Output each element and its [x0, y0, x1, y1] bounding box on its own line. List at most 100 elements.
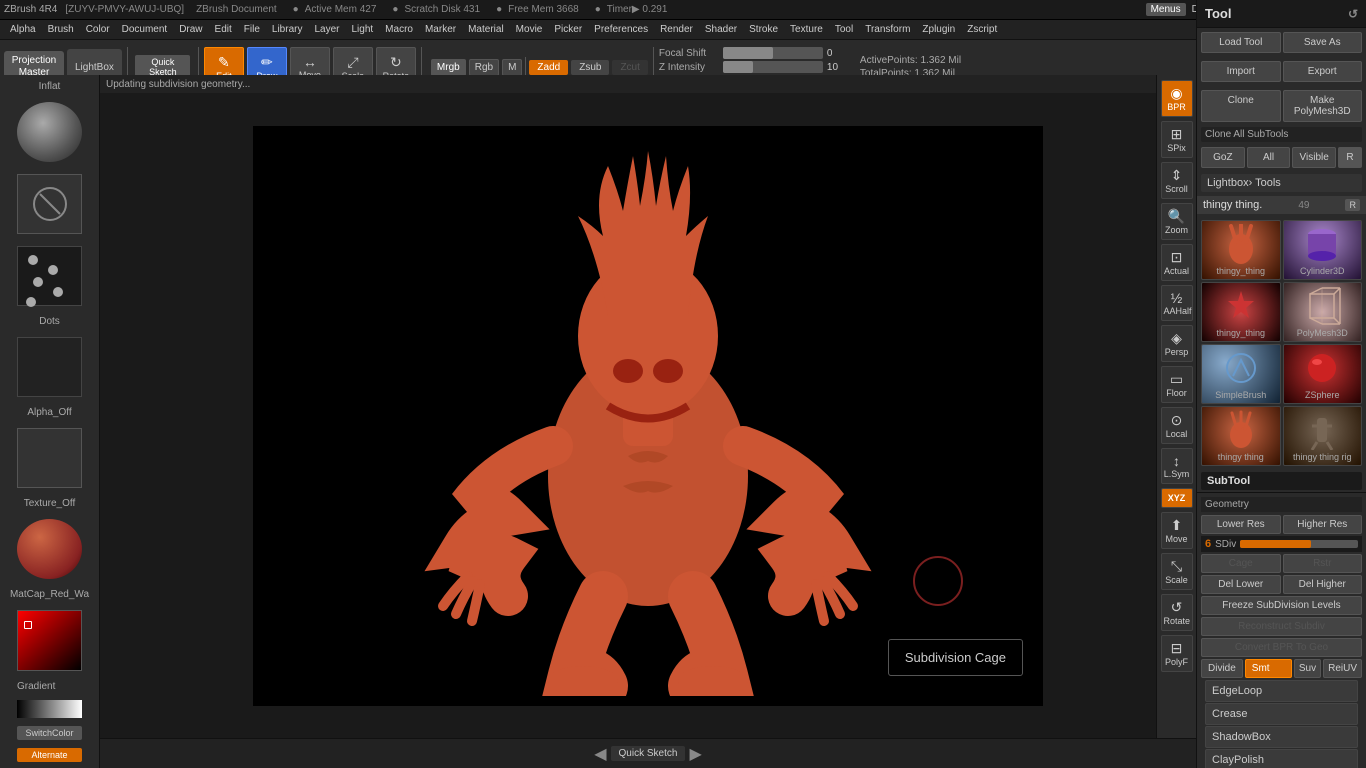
import-button[interactable]: Import	[1201, 61, 1281, 82]
m-button[interactable]: M	[502, 59, 522, 76]
menu-light[interactable]: Light	[345, 22, 379, 37]
gradient-preview[interactable]	[17, 700, 82, 718]
brush-preview-sphere[interactable]	[17, 102, 82, 162]
alpha-texture-preview[interactable]	[17, 337, 82, 397]
spix-button[interactable]: ⊞ SPix	[1161, 121, 1193, 158]
thingy-r-button[interactable]: R	[1345, 199, 1360, 211]
suv-button[interactable]: Suv	[1294, 659, 1321, 678]
local-button[interactable]: ⊙ Local	[1161, 407, 1193, 444]
dots-preview[interactable]	[17, 246, 82, 306]
z-intensity-slider[interactable]	[723, 61, 823, 73]
menu-render[interactable]: Render	[654, 22, 699, 37]
rstr-button[interactable]: Rstr	[1283, 554, 1363, 573]
sdiv-slider[interactable]	[1240, 540, 1358, 548]
menu-brush[interactable]: Brush	[42, 22, 80, 37]
bottom-arrow-right[interactable]: ▶	[689, 744, 701, 764]
crease-button[interactable]: Crease	[1205, 703, 1358, 725]
export-button[interactable]: Export	[1283, 61, 1363, 82]
scale-vtool-button[interactable]: ⤡ Scale	[1161, 553, 1193, 590]
visible-button[interactable]: Visible	[1292, 147, 1336, 168]
menu-zscript[interactable]: Zscript	[961, 22, 1003, 37]
goz-button[interactable]: GoZ	[1201, 147, 1245, 168]
subdivision-cage-popup[interactable]: Subdivision Cage	[888, 639, 1023, 676]
all-button[interactable]: All	[1247, 147, 1291, 168]
alternate-button[interactable]: Alternate	[17, 748, 82, 762]
load-tool-button[interactable]: Load Tool	[1201, 32, 1281, 53]
canvas-content[interactable]: Subdivision Cage	[100, 93, 1196, 738]
freeze-subdiv-button[interactable]: Freeze SubDivision Levels	[1201, 596, 1362, 615]
actual-button[interactable]: ⊡ Actual	[1161, 244, 1193, 281]
smt-button[interactable]: Smt	[1245, 659, 1292, 678]
menu-texture[interactable]: Texture	[784, 22, 829, 37]
menu-color[interactable]: Color	[80, 22, 116, 37]
menu-preferences[interactable]: Preferences	[588, 22, 654, 37]
model-viewport[interactable]: Subdivision Cage	[253, 126, 1043, 706]
tool-panel-refresh-icon[interactable]: ↺	[1348, 7, 1358, 21]
clone-button[interactable]: Clone	[1201, 90, 1281, 122]
shadowbox-button[interactable]: ShadowBox	[1205, 726, 1358, 748]
mrgb-button[interactable]: Mrgb	[431, 59, 466, 76]
menu-stroke[interactable]: Stroke	[743, 22, 784, 37]
menu-alpha[interactable]: Alpha	[4, 22, 42, 37]
claypolish-button[interactable]: ClayPolish	[1205, 749, 1358, 768]
color-picker[interactable]	[17, 610, 82, 670]
focal-shift-slider[interactable]	[723, 47, 823, 59]
divide-button[interactable]: Divide	[1201, 659, 1243, 678]
alpha-preview[interactable]	[17, 174, 82, 234]
menu-document[interactable]: Document	[116, 22, 174, 37]
r-button[interactable]: R	[1338, 147, 1362, 168]
zoom-button[interactable]: 🔍 Zoom	[1161, 203, 1193, 240]
edgeloop-button[interactable]: EdgeLoop	[1205, 680, 1358, 702]
menu-layer[interactable]: Layer	[308, 22, 345, 37]
menu-transform[interactable]: Transform	[859, 22, 916, 37]
quick-sketch-bottom-label[interactable]: Quick Sketch	[611, 746, 686, 761]
menu-macro[interactable]: Macro	[379, 22, 419, 37]
texture-preview[interactable]	[17, 428, 82, 488]
menus-button[interactable]: Menus	[1146, 3, 1186, 16]
thumb-thingyrig[interactable]: thingy thing rig	[1283, 406, 1363, 466]
menu-movie[interactable]: Movie	[510, 22, 549, 37]
rotate-vtool-button[interactable]: ↺ Rotate	[1161, 594, 1193, 631]
menu-draw[interactable]: Draw	[173, 22, 208, 37]
save-as-button[interactable]: Save As	[1283, 32, 1363, 53]
matcap-preview[interactable]	[17, 519, 82, 579]
lower-res-button[interactable]: Lower Res	[1201, 515, 1281, 534]
subtool-section-header[interactable]: SubTool	[1201, 472, 1362, 490]
thumb-thingy-thing[interactable]: thingy_thing	[1201, 282, 1281, 342]
menu-zplugin[interactable]: Zplugin	[916, 22, 961, 37]
cage-button[interactable]: Cage	[1201, 554, 1281, 573]
menu-tool[interactable]: Tool	[829, 22, 859, 37]
convert-bpr-button[interactable]: Convert BPR To Geo	[1201, 638, 1362, 657]
menu-edit[interactable]: Edit	[209, 22, 238, 37]
thumb-zsphere[interactable]: ZSphere	[1283, 344, 1363, 404]
menu-marker[interactable]: Marker	[419, 22, 462, 37]
menu-material[interactable]: Material	[462, 22, 510, 37]
del-higher-button[interactable]: Del Higher	[1283, 575, 1363, 594]
thumb-simplebrush[interactable]: SimpleBrush	[1201, 344, 1281, 404]
higher-res-button[interactable]: Higher Res	[1283, 515, 1363, 534]
bpr-button[interactable]: ◉ BPR	[1161, 80, 1193, 117]
zadd-button[interactable]: Zadd	[529, 60, 568, 75]
lightbox-tools-label[interactable]: Lightbox› Tools	[1201, 174, 1362, 192]
thumb-cylinder3d[interactable]: Cylinder3D	[1283, 220, 1363, 280]
lsym-button[interactable]: ↕ L.Sym	[1161, 448, 1193, 484]
thumb-creature[interactable]: thingy_thing	[1201, 220, 1281, 280]
zsub-button[interactable]: Zsub	[571, 60, 609, 75]
menu-shader[interactable]: Shader	[699, 22, 743, 37]
menu-library[interactable]: Library	[266, 22, 309, 37]
rgb-button[interactable]: Rgb	[469, 59, 499, 76]
floor-button[interactable]: ▭ Floor	[1161, 366, 1193, 403]
xyz-button[interactable]: XYZ	[1161, 488, 1193, 508]
zcut-button[interactable]: Zcut	[612, 60, 647, 75]
bottom-arrow-left[interactable]: ◀	[594, 744, 606, 764]
persp-button[interactable]: ◈ Persp	[1161, 325, 1193, 362]
thumb-polymesh3d[interactable]: PolyMesh3D	[1283, 282, 1363, 342]
make-polymesh-button[interactable]: Make PolyMesh3D	[1283, 90, 1363, 122]
reconstruct-subdiv-button[interactable]: Reconstruct Subdiv	[1201, 617, 1362, 636]
del-lower-button[interactable]: Del Lower	[1201, 575, 1281, 594]
scroll-button[interactable]: ⇕ Scroll	[1161, 162, 1193, 199]
switch-color-button[interactable]: SwitchColor	[17, 726, 82, 740]
menu-picker[interactable]: Picker	[548, 22, 588, 37]
aahalf-button[interactable]: ½ AAHalf	[1161, 285, 1193, 321]
thumb-thingy2[interactable]: thingy thing	[1201, 406, 1281, 466]
